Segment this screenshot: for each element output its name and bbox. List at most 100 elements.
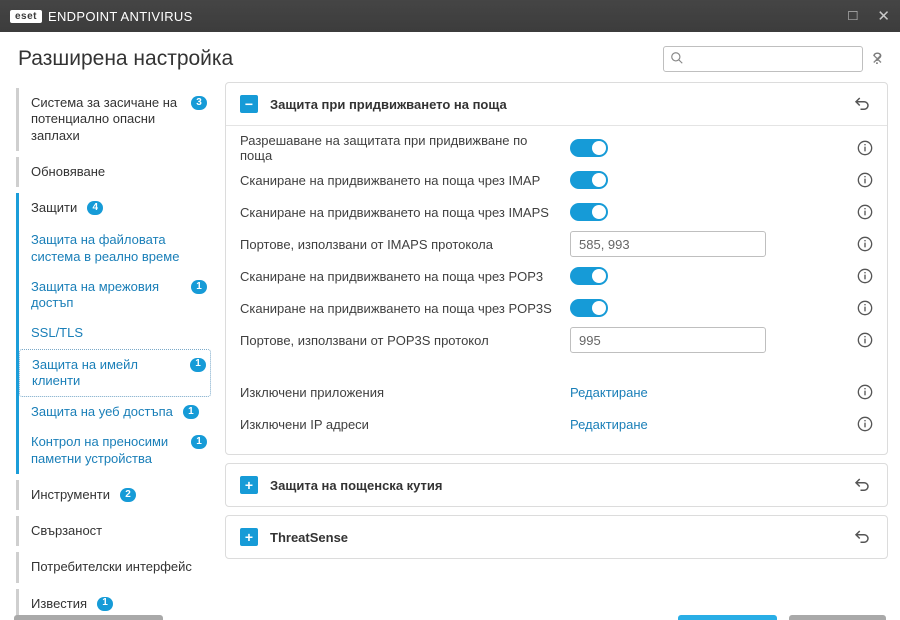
toggle-switch[interactable] (570, 299, 608, 317)
setting-row: Портове, използвани от POP3S протокол (240, 324, 873, 356)
maximize-icon[interactable]: □ (848, 7, 857, 25)
content-area: − Защита при придвижването на поща Разре… (225, 82, 900, 602)
sidebar-item-label: Защита на мрежовия достъп (31, 279, 181, 312)
info-icon[interactable] (857, 416, 873, 432)
setting-row: Разрешаване на защитата при придвижване … (240, 132, 873, 164)
setting-row: Изключени приложения Редактиране (240, 376, 873, 408)
search-input[interactable] (690, 52, 866, 67)
edit-link[interactable]: Редактиране (570, 417, 648, 432)
setting-label: Портове, използвани от POP3S протокол (240, 333, 560, 348)
toggle-switch[interactable] (570, 171, 608, 189)
title-bar: eset ENDPOINT ANTIVIRUS □ ✕ (0, 0, 900, 32)
sidebar-item[interactable]: Потребителски интерфейс (19, 552, 211, 582)
sidebar-item-label: Защита на файловата система в реално вре… (31, 232, 207, 265)
revert-icon[interactable] (851, 474, 873, 496)
panel-title: Защита на пощенска кутия (270, 478, 443, 493)
close-icon[interactable]: ✕ (877, 7, 890, 25)
sidebar-item-label: Инструменти (31, 487, 110, 503)
eset-logo: eset (10, 10, 42, 23)
sidebar-subitem[interactable]: Защита на мрежовия достъп 1 (19, 272, 211, 319)
page-header: Разширена настройка ✕ ? (0, 32, 900, 82)
badge: 1 (190, 358, 206, 372)
sidebar-item-label: Потребителски интерфейс (31, 559, 192, 575)
sidebar-item-label: Контрол на преносими паметни устройства (31, 434, 181, 467)
expand-icon[interactable]: + (240, 476, 258, 494)
setting-label: Разрешаване на защитата при придвижване … (240, 133, 560, 163)
sidebar-item-label: SSL/TLS (31, 325, 83, 341)
panel-header-threatsense[interactable]: + ThreatSense (226, 516, 887, 558)
port-input[interactable] (570, 231, 766, 257)
panel-title: ThreatSense (270, 530, 348, 545)
help-icon[interactable]: ? (873, 49, 882, 69)
info-icon[interactable] (857, 300, 873, 316)
panel-header-mailbox[interactable]: + Защита на пощенска кутия (226, 464, 887, 506)
sidebar-item[interactable]: Система за засичане на потенциално опасн… (19, 88, 211, 151)
panel-mailbox-protection: + Защита на пощенска кутия (225, 463, 888, 507)
setting-label: Изключени приложения (240, 385, 560, 400)
panel-header-mail-transport[interactable]: − Защита при придвижването на поща (226, 83, 887, 125)
setting-label: Сканиране на придвижването на поща чрез … (240, 301, 560, 316)
sidebar-item-label: Система за засичане на потенциално опасн… (31, 95, 181, 144)
setting-row: Портове, използвани от IMAPS протокола (240, 228, 873, 260)
info-icon[interactable] (857, 172, 873, 188)
search-box[interactable]: ✕ (663, 46, 863, 72)
setting-label: Сканиране на придвижването на поща чрез … (240, 269, 560, 284)
info-icon[interactable] (857, 204, 873, 220)
info-icon[interactable] (857, 140, 873, 156)
sidebar-item[interactable]: Обновяване (19, 157, 211, 187)
sidebar-subitem[interactable]: SSL/TLS (19, 318, 211, 348)
badge: 1 (191, 280, 207, 294)
cancel-button[interactable]: Откажи (789, 615, 886, 620)
setting-row: Сканиране на придвижването на поща чрез … (240, 260, 873, 292)
revert-icon[interactable] (851, 526, 873, 548)
sidebar-item-label: Защити (31, 200, 77, 216)
badge: 1 (97, 597, 113, 611)
revert-icon[interactable] (851, 93, 873, 115)
toggle-switch[interactable] (570, 267, 608, 285)
info-icon[interactable] (857, 332, 873, 348)
sidebar-item[interactable]: Инструменти 2 (19, 480, 211, 510)
sidebar-item-label: Защита на уеб достъпа (31, 404, 173, 420)
edit-link[interactable]: Редактиране (570, 385, 648, 400)
collapse-icon[interactable]: − (240, 95, 258, 113)
sidebar-item[interactable]: Свързаност (19, 516, 211, 546)
defaults-button[interactable]: По подразбиране (14, 615, 163, 620)
toggle-switch[interactable] (570, 203, 608, 221)
setting-row: Изключени IP адреси Редактиране (240, 408, 873, 440)
setting-label: Изключени IP адреси (240, 417, 560, 432)
sidebar: Система за засичане на потенциално опасн… (0, 82, 225, 602)
port-input[interactable] (570, 327, 766, 353)
badge: 2 (120, 488, 136, 502)
sidebar-item-label: Обновяване (31, 164, 105, 180)
brand: eset ENDPOINT ANTIVIRUS (10, 9, 193, 24)
info-icon[interactable] (857, 268, 873, 284)
page-title: Разширена настройка (18, 47, 233, 71)
sidebar-subitem[interactable]: Контрол на преносими паметни устройства … (19, 427, 211, 474)
badge: 1 (191, 435, 207, 449)
expand-icon[interactable]: + (240, 528, 258, 546)
product-name: ENDPOINT ANTIVIRUS (48, 9, 193, 24)
toggle-switch[interactable] (570, 139, 608, 157)
setting-label: Сканиране на придвижването на поща чрез … (240, 205, 560, 220)
setting-row: Сканиране на придвижването на поща чрез … (240, 196, 873, 228)
sidebar-subitem[interactable]: Защита на имейл клиенти 1 (19, 349, 211, 398)
sidebar-item-label: Свързаност (31, 523, 102, 539)
sidebar-item[interactable]: Защити 4 (19, 193, 211, 223)
badge: 3 (191, 96, 207, 110)
sidebar-subitem[interactable]: Защита на файловата система в реално вре… (19, 225, 211, 272)
ok-button[interactable]: OK (678, 615, 777, 620)
sidebar-subitem[interactable]: Защита на уеб достъпа 1 (19, 397, 211, 427)
sidebar-item-label: Защита на имейл клиенти (32, 357, 180, 390)
setting-label: Сканиране на придвижването на поща чрез … (240, 173, 560, 188)
window-controls: □ ✕ (848, 7, 890, 25)
info-icon[interactable] (857, 384, 873, 400)
panel-threatsense: + ThreatSense (225, 515, 888, 559)
info-icon[interactable] (857, 236, 873, 252)
badge: 1 (183, 405, 199, 419)
panel-mail-transport: − Защита при придвижването на поща Разре… (225, 82, 888, 455)
sidebar-item-label: Известия (31, 596, 87, 612)
setting-row: Сканиране на придвижването на поща чрез … (240, 164, 873, 196)
setting-label: Портове, използвани от IMAPS протокола (240, 237, 560, 252)
setting-row: Сканиране на придвижването на поща чрез … (240, 292, 873, 324)
search-icon (670, 51, 684, 68)
